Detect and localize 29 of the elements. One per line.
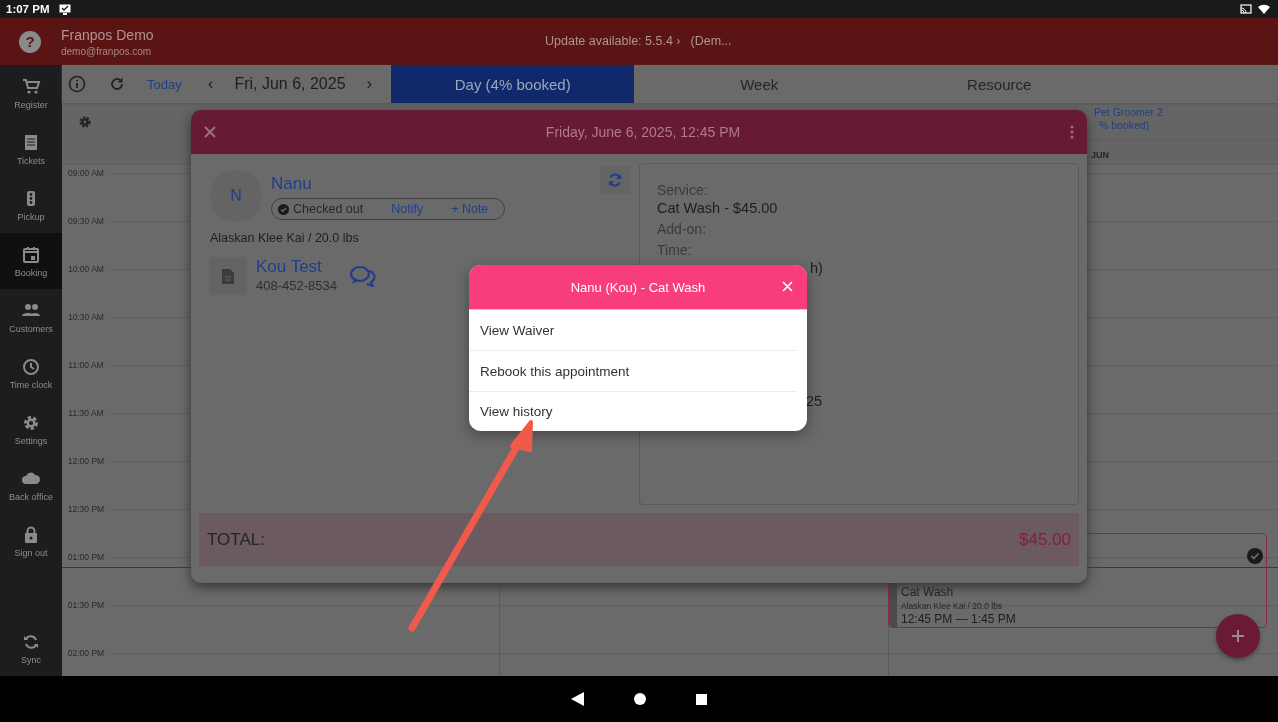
time-label: 09:30 AM <box>67 216 105 226</box>
time-label: 02:00 PM <box>66 648 106 658</box>
appointment-time: 12:45 PM — 1:45 PM <box>901 612 1016 626</box>
pet-breed-weight: Alaskan Klee Kai / 20.0 lbs <box>210 231 360 245</box>
status-time: 1:07 PM <box>6 3 50 15</box>
total-label: TOTAL: <box>207 529 265 550</box>
account-title: Franpos Demo <box>61 26 154 43</box>
time-label: 11:30 AM <box>67 408 105 418</box>
modal-title: Friday, June 6, 2025, 12:45 PM <box>544 124 742 140</box>
time-label: 10:00 AM <box>67 264 105 274</box>
current-date: Fri, Jun 6, 2025 <box>234 75 346 93</box>
appointment-service: Cat Wash <box>901 585 955 599</box>
owner-phone: 408-452-8534 <box>256 278 337 293</box>
status-label: Checked out <box>293 202 364 216</box>
detail-value: 25 <box>806 393 824 409</box>
total-amount: $45.00 <box>1019 529 1071 550</box>
time-label: 10:30 AM <box>67 312 105 322</box>
detail-value: Cat Wash - $45.00 <box>657 200 779 216</box>
time-label: 09:00 AM <box>67 168 105 178</box>
day-label: JUN <box>1090 149 1110 160</box>
resource-booked: % booked) <box>1098 119 1151 132</box>
time-label: 11:00 AM <box>67 360 105 370</box>
pet-avatar: N <box>210 170 262 222</box>
update-note: (Dem... <box>690 34 732 48</box>
time-label: 12:30 PM <box>66 504 106 514</box>
detail-value: h) <box>810 260 824 276</box>
account-email: demo@franpos.com <box>61 45 153 57</box>
time-label: 12:00 PM <box>66 456 106 466</box>
popup-title: Nanu (Kou) - Cat Wash <box>570 279 706 295</box>
